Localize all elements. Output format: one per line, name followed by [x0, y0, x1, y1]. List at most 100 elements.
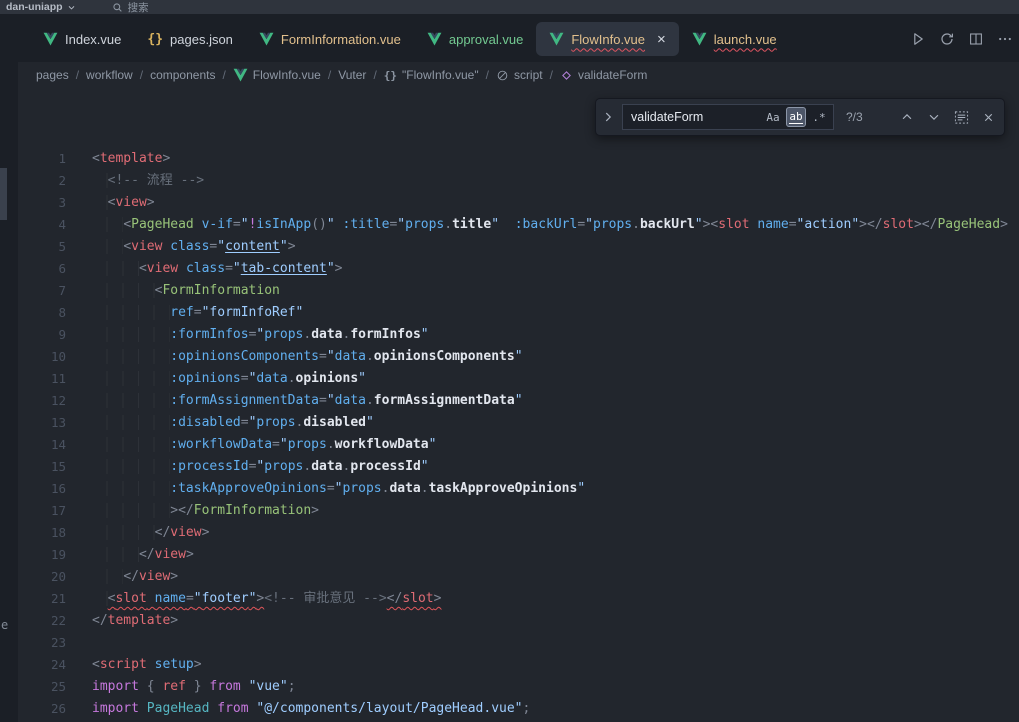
code-line-2[interactable]: 2 <!-- 流程 --> — [18, 170, 1019, 192]
tab-approval-vue[interactable]: approval.vue — [414, 22, 536, 56]
code-line-10[interactable]: 10 :opinionsComponents="data.opinionsCom… — [18, 346, 1019, 368]
code-line-19[interactable]: 19 </view> — [18, 544, 1019, 566]
line-content[interactable]: :processId="props.data.processId" — [66, 456, 429, 478]
scrollbar-thumb[interactable] — [0, 168, 7, 220]
line-content[interactable]: ref="formInfoRef" — [66, 302, 303, 324]
code-line-13[interactable]: 13 :disabled="props.disabled" — [18, 412, 1019, 434]
code-line-24[interactable]: 24<script setup> — [18, 654, 1019, 676]
line-number[interactable]: 17 — [18, 500, 66, 522]
line-content[interactable]: import PageHead from "@/components/layou… — [66, 698, 530, 720]
line-number[interactable]: 2 — [18, 170, 66, 192]
whole-word-button[interactable]: ab — [786, 107, 806, 127]
split-editor-icon[interactable] — [968, 31, 984, 47]
line-number[interactable]: 21 — [18, 588, 66, 610]
line-content[interactable]: :formInfos="props.data.formInfos" — [66, 324, 429, 346]
line-content[interactable]: :formAssignmentData="data.formAssignment… — [66, 390, 523, 412]
match-case-button[interactable]: Aa — [763, 107, 783, 127]
close-find-icon[interactable] — [982, 111, 995, 124]
code-line-22[interactable]: 22</template> — [18, 610, 1019, 632]
line-content[interactable]: </template> — [66, 610, 178, 632]
code-line-11[interactable]: 11 :opinions="data.opinions" — [18, 368, 1019, 390]
line-content[interactable]: <!-- 流程 --> — [66, 170, 204, 192]
find-input-box[interactable]: Aa ab .* — [622, 104, 834, 130]
code-line-12[interactable]: 12 :formAssignmentData="data.formAssignm… — [18, 390, 1019, 412]
code-line-26[interactable]: 26import PageHead from "@/components/lay… — [18, 698, 1019, 720]
code-line-18[interactable]: 18 </view> — [18, 522, 1019, 544]
breadcrumb-item-script[interactable]: script — [496, 68, 543, 82]
line-number[interactable]: 12 — [18, 390, 66, 412]
line-number[interactable]: 19 — [18, 544, 66, 566]
line-content[interactable]: <FormInformation — [66, 280, 280, 302]
code-line-15[interactable]: 15 :processId="props.data.processId" — [18, 456, 1019, 478]
line-content[interactable] — [66, 632, 92, 654]
line-content[interactable]: :workflowData="props.workflowData" — [66, 434, 436, 456]
tab-flowinfo-vue[interactable]: FlowInfo.vue× — [536, 22, 678, 56]
line-content[interactable]: :disabled="props.disabled" — [66, 412, 374, 434]
code-line-5[interactable]: 5 <view class="content"> — [18, 236, 1019, 258]
line-content[interactable]: :taskApproveOpinions="props.data.taskApp… — [66, 478, 585, 500]
code-line-17[interactable]: 17 ></FormInformation> — [18, 500, 1019, 522]
tab-pages-json[interactable]: {}pages.json — [134, 22, 246, 56]
code-line-7[interactable]: 7 <FormInformation — [18, 280, 1019, 302]
line-content[interactable]: ></FormInformation> — [66, 500, 319, 522]
line-number[interactable]: 1 — [18, 148, 66, 170]
code-line-6[interactable]: 6 <view class="tab-content"> — [18, 258, 1019, 280]
code-line-14[interactable]: 14 :workflowData="props.workflowData" — [18, 434, 1019, 456]
line-content[interactable]: <view class="content"> — [66, 236, 296, 258]
line-content[interactable]: </view> — [66, 566, 178, 588]
breadcrumb-item-flowinfo-vue[interactable]: FlowInfo.vue — [233, 68, 321, 82]
find-input[interactable] — [631, 110, 760, 124]
code-line-3[interactable]: 3 <view> — [18, 192, 1019, 214]
line-number[interactable]: 11 — [18, 368, 66, 390]
close-tab-icon[interactable]: × — [657, 32, 666, 47]
line-number[interactable]: 15 — [18, 456, 66, 478]
line-number[interactable]: 3 — [18, 192, 66, 214]
line-number[interactable]: 8 — [18, 302, 66, 324]
line-number[interactable]: 25 — [18, 676, 66, 698]
code-line-8[interactable]: 8 ref="formInfoRef" — [18, 302, 1019, 324]
line-number[interactable]: 23 — [18, 632, 66, 654]
tab-index-vue[interactable]: Index.vue — [30, 22, 134, 56]
project-menu-button[interactable]: dan-uniapp — [6, 1, 76, 13]
line-number[interactable]: 16 — [18, 478, 66, 500]
find-previous-icon[interactable] — [900, 110, 914, 124]
line-content[interactable]: </view> — [66, 544, 194, 566]
regex-button[interactable]: .* — [809, 107, 829, 127]
code-editor[interactable]: Aa ab .* ?/3 1<template>2 <!-- 流程 -->3 <… — [18, 88, 1019, 722]
code-line-25[interactable]: 25import { ref } from "vue"; — [18, 676, 1019, 698]
line-number[interactable]: 24 — [18, 654, 66, 676]
line-number[interactable]: 20 — [18, 566, 66, 588]
tab-launch-vue[interactable]: launch.vue — [679, 22, 790, 56]
line-content[interactable]: <view class="tab-content"> — [66, 258, 342, 280]
code-line-23[interactable]: 23 — [18, 632, 1019, 654]
line-content[interactable]: <script setup> — [66, 654, 202, 676]
code-line-1[interactable]: 1<template> — [18, 148, 1019, 170]
line-number[interactable]: 7 — [18, 280, 66, 302]
code-line-16[interactable]: 16 :taskApproveOpinions="props.data.task… — [18, 478, 1019, 500]
code-line-9[interactable]: 9 :formInfos="props.data.formInfos" — [18, 324, 1019, 346]
line-content[interactable]: <view> — [66, 192, 155, 214]
line-number[interactable]: 6 — [18, 258, 66, 280]
breadcrumb-item-components[interactable]: components — [150, 68, 215, 82]
line-number[interactable]: 13 — [18, 412, 66, 434]
breadcrumb-item-workflow[interactable]: workflow — [86, 68, 133, 82]
breadcrumb-item-vuter[interactable]: Vuter — [338, 68, 366, 82]
line-number[interactable]: 10 — [18, 346, 66, 368]
breadcrumb-item-validateform[interactable]: validateForm — [560, 68, 647, 82]
find-in-selection-icon[interactable] — [954, 110, 969, 125]
line-content[interactable]: <template> — [66, 148, 170, 170]
code-line-4[interactable]: 4 <PageHead v-if="!isInApp()" :title="pr… — [18, 214, 1019, 236]
code-line-21[interactable]: 21 <slot name="footer"><!-- 审批意见 --></sl… — [18, 588, 1019, 610]
code-line-20[interactable]: 20 </view> — [18, 566, 1019, 588]
line-content[interactable]: :opinionsComponents="data.opinionsCompon… — [66, 346, 523, 368]
line-content[interactable]: import { ref } from "vue"; — [66, 676, 296, 698]
line-number[interactable]: 4 — [18, 214, 66, 236]
line-content[interactable]: <PageHead v-if="!isInApp()" :title="prop… — [66, 214, 1008, 236]
breadcrumb-item-flowinfo-vue[interactable]: {}"FlowInfo.vue" — [384, 68, 479, 82]
tab-forminformation-vue[interactable]: FormInformation.vue — [246, 22, 414, 56]
line-number[interactable]: 9 — [18, 324, 66, 346]
line-number[interactable]: 5 — [18, 236, 66, 258]
toggle-replace-icon[interactable] — [601, 110, 615, 124]
line-content[interactable]: <slot name="footer"><!-- 审批意见 --></slot> — [66, 588, 441, 610]
run-file-icon[interactable] — [910, 31, 926, 47]
